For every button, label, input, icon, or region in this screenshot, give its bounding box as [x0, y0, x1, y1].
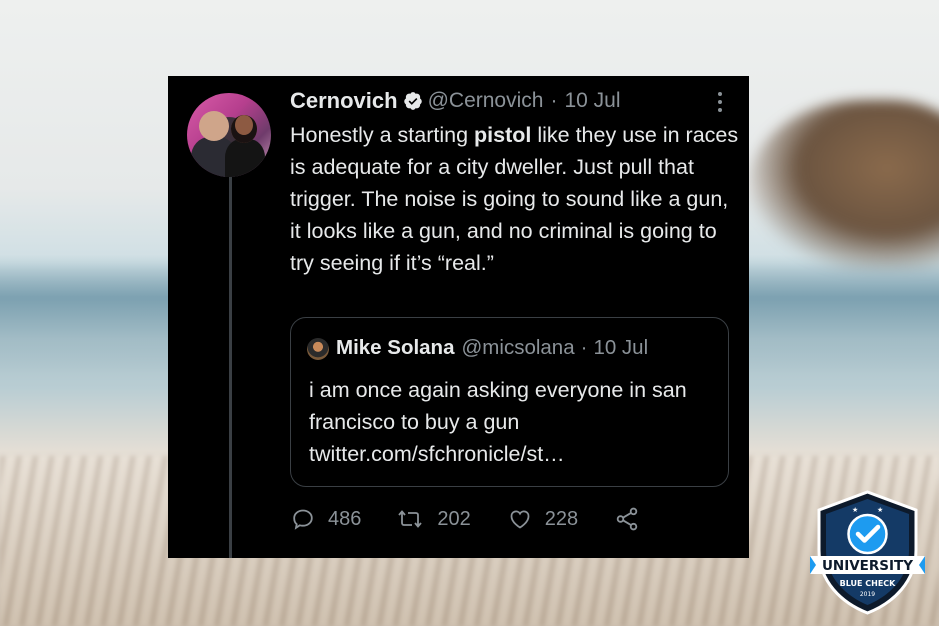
quoted-text: i am once again asking everyone in san f… — [309, 378, 687, 466]
reply-icon — [293, 509, 313, 530]
like-button[interactable]: 228 — [507, 507, 578, 531]
tweet-header: Cernovich @Cernovich · 10 Jul — [290, 88, 621, 114]
university-blue-check-logo: ★ ★ UNIVERSITY BLUE CHECK 2019 — [810, 490, 925, 615]
thread-line — [229, 176, 232, 558]
reply-count: 486 — [328, 507, 362, 530]
tweet-text-bold: pistol — [474, 123, 532, 147]
verified-badge-icon — [403, 92, 422, 110]
retweet-icon — [398, 510, 423, 528]
svg-text:★: ★ — [852, 506, 858, 514]
avatar[interactable] — [187, 93, 271, 177]
badge-line1: UNIVERSITY — [822, 558, 913, 574]
author-handle[interactable]: @Cernovich — [428, 89, 544, 113]
share-button[interactable] — [614, 506, 640, 532]
separator-dot: · — [580, 336, 588, 359]
tweet-text: Honestly a starting pistol like they use… — [290, 119, 740, 279]
avatar-figure — [199, 111, 229, 141]
quoted-tweet[interactable]: Mike Solana @micsolana · 10 Jul i am onc… — [290, 317, 729, 487]
reply-button[interactable]: 486 — [290, 507, 361, 531]
badge-year: 2019 — [860, 591, 875, 598]
quoted-avatar[interactable] — [307, 338, 329, 360]
avatar-figure — [225, 139, 265, 177]
quoted-header: Mike Solana @micsolana · 10 Jul — [336, 336, 648, 360]
tweet-actions: 486 202 228 — [290, 506, 674, 532]
quoted-author-handle: @micsolana — [461, 336, 575, 359]
like-count: 228 — [544, 507, 579, 530]
author-name[interactable]: Cernovich — [290, 88, 398, 114]
retweet-button[interactable]: 202 — [395, 507, 471, 531]
quoted-author-name: Mike Solana — [336, 336, 455, 359]
separator-dot: · — [550, 89, 558, 112]
background-hill — [749, 100, 939, 270]
tweet-date[interactable]: 10 Jul — [564, 89, 620, 113]
more-vertical-icon[interactable] — [717, 92, 723, 114]
svg-text:★: ★ — [877, 506, 883, 514]
share-icon — [616, 507, 638, 531]
quoted-date: 10 Jul — [593, 336, 649, 359]
retweet-count: 202 — [437, 507, 471, 530]
heart-icon — [510, 510, 530, 529]
tweet-card[interactable]: Cernovich @Cernovich · 10 Jul Honestly a… — [168, 76, 749, 558]
tweet-text-part: Honestly a starting — [290, 123, 475, 147]
avatar-figure — [231, 115, 257, 143]
badge-line2: BLUE CHECK — [840, 579, 897, 588]
